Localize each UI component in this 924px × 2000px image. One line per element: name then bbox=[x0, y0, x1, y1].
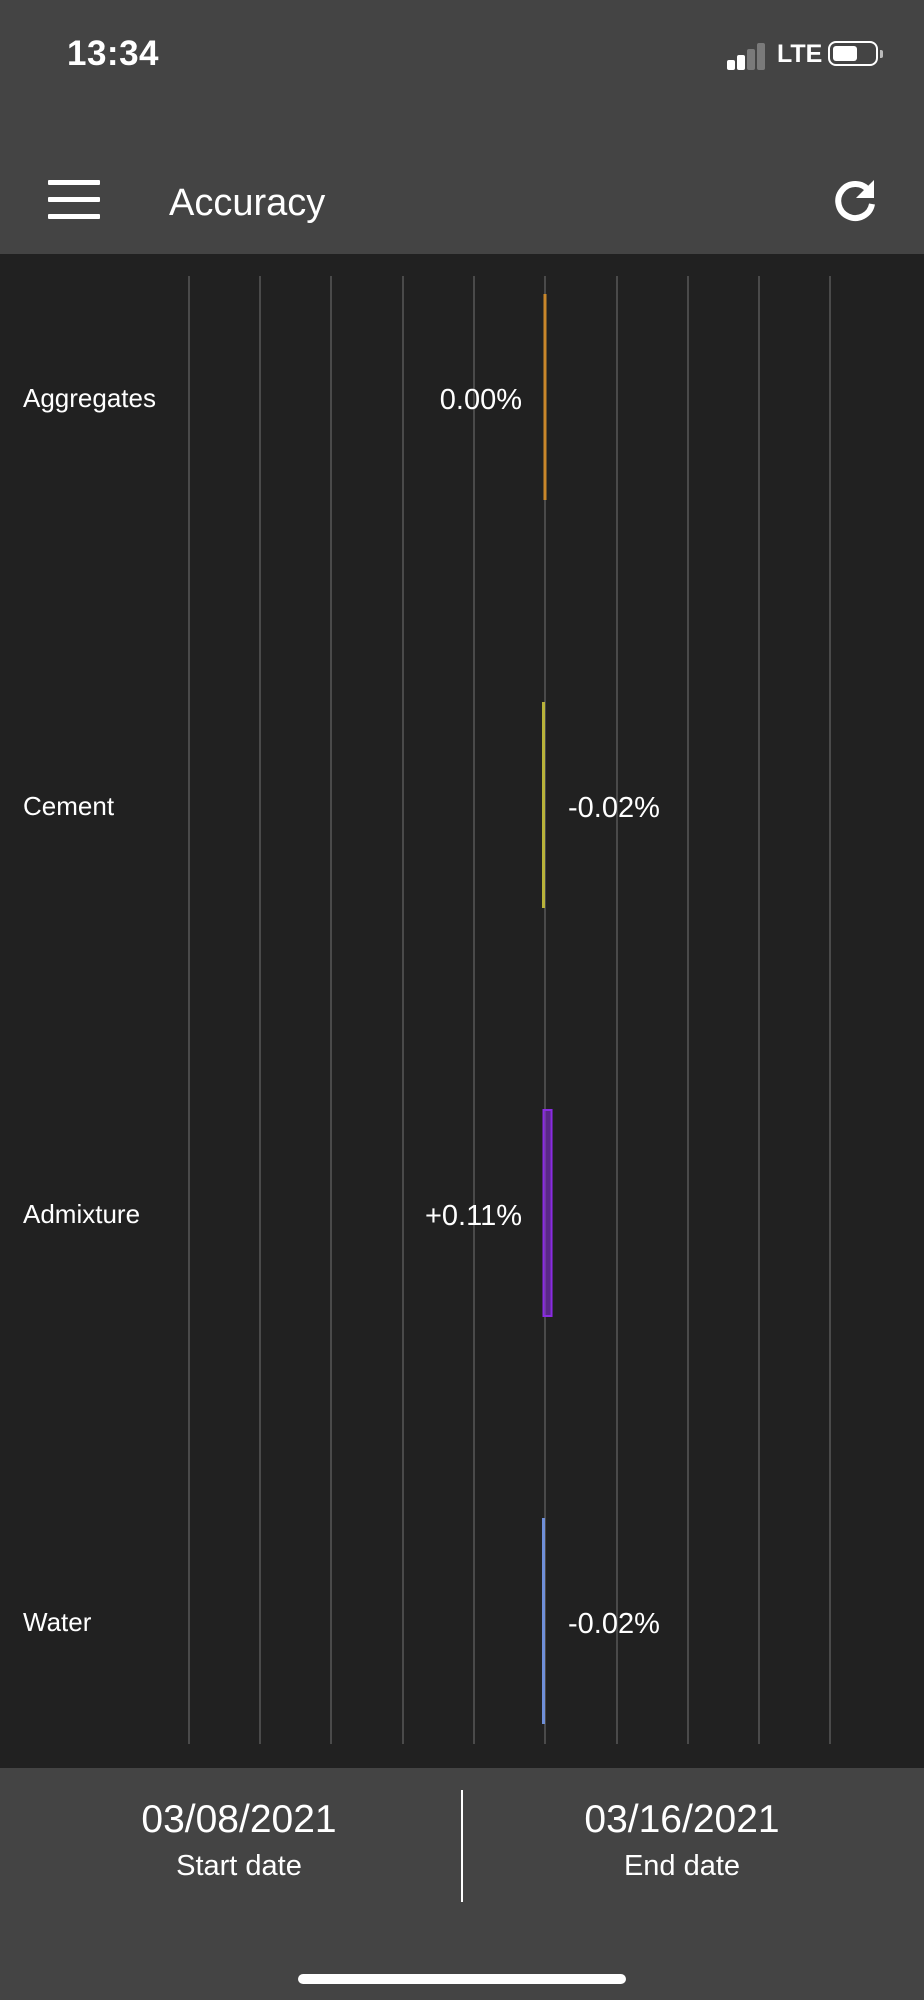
bar-cement bbox=[542, 702, 545, 908]
category-label-admixture: Admixture bbox=[23, 1199, 140, 1229]
value-label-aggregates: 0.00% bbox=[440, 384, 522, 416]
category-label-cement: Cement bbox=[23, 791, 115, 821]
page-title: Accuracy bbox=[169, 182, 326, 224]
bar-water bbox=[542, 1518, 545, 1724]
start-date-label: Start date bbox=[176, 1850, 302, 1882]
bar-admixture bbox=[542, 1109, 553, 1317]
refresh-icon[interactable] bbox=[830, 176, 880, 226]
end-date-value: 03/16/2021 bbox=[584, 1798, 780, 1841]
end-date-label: End date bbox=[623, 1850, 741, 1882]
date-range-footer: 03/08/2021 Start date 03/16/2021 End dat… bbox=[0, 1768, 924, 2000]
home-indicator[interactable] bbox=[298, 1974, 626, 1984]
end-date-picker[interactable]: 03/16/2021 End date bbox=[462, 1798, 902, 1883]
app-bar: Accuracy bbox=[0, 110, 924, 254]
value-label-water: -0.02% bbox=[568, 1608, 660, 1640]
start-date-value: 03/08/2021 bbox=[141, 1798, 337, 1841]
value-label-admixture: +0.11% bbox=[425, 1200, 522, 1232]
accuracy-bar-chart: Aggregates 0.00% Cement -0.02% Admixture +0.1… bbox=[23, 276, 831, 1744]
signal-icon bbox=[727, 42, 767, 70]
category-label-aggregates: Aggregates bbox=[23, 383, 156, 413]
hamburger-menu-icon[interactable] bbox=[48, 180, 100, 220]
value-label-cement: -0.02% bbox=[568, 792, 660, 824]
network-type: LTE bbox=[777, 40, 823, 68]
battery-icon bbox=[828, 41, 883, 66]
status-time: 13:34 bbox=[67, 34, 160, 73]
category-label-water: Water bbox=[23, 1607, 92, 1637]
start-date-picker[interactable]: 03/08/2021 Start date bbox=[19, 1798, 459, 1883]
accuracy-chart: Aggregates 0.00% Cement -0.02% Admixture +0.1… bbox=[0, 254, 924, 1768]
status-bar: 13:34 LTE bbox=[0, 0, 924, 110]
bar-aggregates bbox=[543, 294, 547, 500]
